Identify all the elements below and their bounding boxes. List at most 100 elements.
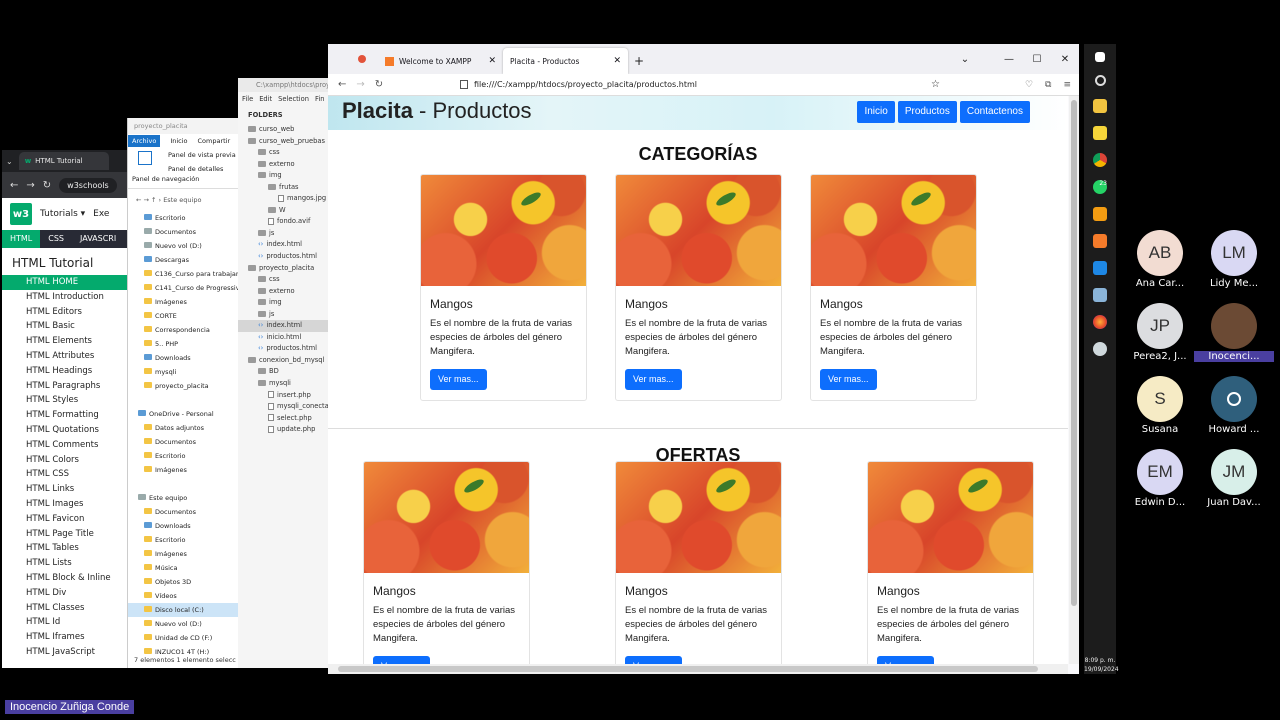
- w3-nav-item[interactable]: HTML Lists: [2, 556, 130, 571]
- w3-nav-item[interactable]: HTML Quotations: [2, 423, 130, 438]
- w3-nav-item[interactable]: HTML JavaScript: [2, 645, 130, 660]
- whatsapp-icon[interactable]: 23: [1093, 180, 1107, 194]
- ver-mas-button[interactable]: Ver mas...: [820, 369, 877, 390]
- w3-nav-item[interactable]: HTML HOME: [2, 275, 130, 290]
- participant-tile[interactable]: AB Ana Car...: [1120, 230, 1200, 289]
- nav-contactenos[interactable]: Contactenos: [959, 101, 1030, 123]
- w3-nav-item[interactable]: HTML Editors: [2, 305, 130, 320]
- w3-nav-item[interactable]: HTML Iframes: [2, 630, 130, 645]
- reload-icon[interactable]: ↻: [375, 79, 383, 90]
- media-player-icon[interactable]: [1093, 261, 1107, 275]
- folder-node[interactable]: css: [238, 147, 330, 159]
- explorer-nav-item[interactable]: Imágenes: [128, 463, 240, 477]
- scroll-thumb[interactable]: [338, 666, 1038, 672]
- w3-nav-item[interactable]: HTML Links: [2, 482, 130, 497]
- explorer-nav-item[interactable]: proyecto_placita: [128, 379, 240, 393]
- explorer-nav-item[interactable]: Nuevo vol (D:): [128, 239, 240, 253]
- ver-mas-button[interactable]: Ver mas...: [625, 369, 682, 390]
- menu-find[interactable]: Fin: [315, 92, 324, 106]
- ribbon-compartir[interactable]: Compartir: [198, 137, 231, 145]
- bookmark-star-icon[interactable]: ☆: [931, 79, 940, 90]
- taskbar-clock[interactable]: 8:09 p. m. 19/09/2024: [1084, 656, 1119, 674]
- file-node[interactable]: update.php: [238, 424, 330, 436]
- w3-nav-item[interactable]: HTML Styles: [2, 393, 130, 408]
- explorer-nav-item[interactable]: mysqli: [128, 365, 240, 379]
- folder-node[interactable]: curso_web_pruebas: [238, 136, 330, 148]
- w3-topnav-js[interactable]: JAVASCRI: [72, 230, 124, 248]
- w3-nav-item[interactable]: HTML Page Title: [2, 527, 130, 542]
- w3-nav-item[interactable]: HTML Comments: [2, 438, 130, 453]
- w3-nav-item[interactable]: HTML Basic: [2, 319, 130, 334]
- maximize-icon[interactable]: ☐: [1023, 44, 1051, 74]
- list-tabs-icon[interactable]: ⌄: [951, 44, 979, 74]
- menu-selection[interactable]: Selection: [278, 92, 309, 106]
- nav-pane-button[interactable]: [132, 151, 158, 173]
- forward-icon[interactable]: →: [26, 180, 34, 191]
- folder-node[interactable]: img: [238, 170, 330, 182]
- nav-inicio[interactable]: Inicio: [857, 101, 895, 123]
- w3-nav-item[interactable]: HTML Paragraphs: [2, 379, 130, 394]
- participant-tile[interactable]: Inocenci...: [1194, 303, 1274, 362]
- forward-icon[interactable]: →: [356, 79, 364, 90]
- w3-nav-item[interactable]: HTML Images: [2, 497, 130, 512]
- file-node[interactable]: mysqli_conecta: [238, 401, 330, 413]
- page-brand[interactable]: Placita - Productos: [342, 98, 532, 124]
- ribbon-archivo[interactable]: Archivo: [128, 134, 161, 147]
- horizontal-scrollbar[interactable]: [328, 664, 1068, 674]
- search-icon[interactable]: [1094, 75, 1106, 86]
- explorer-nav-item[interactable]: Disco local (C:): [128, 603, 240, 617]
- sublime-text-icon[interactable]: [1093, 207, 1107, 221]
- w3-nav-item[interactable]: HTML Introduction: [2, 290, 130, 305]
- w3-nav-item[interactable]: HTML Block & Inline: [2, 571, 130, 586]
- menu-edit[interactable]: Edit: [259, 92, 272, 106]
- folder-node[interactable]: js: [238, 309, 330, 321]
- url-field[interactable]: file:///C:/xampp/htdocs/proyecto_placita…: [454, 75, 946, 94]
- menu-icon[interactable]: ≡: [1063, 80, 1071, 90]
- explorer-nav-item[interactable]: Downloads: [128, 351, 240, 365]
- ver-mas-button[interactable]: Ver mas...: [430, 369, 487, 390]
- explorer-nav-item[interactable]: Datos adjuntos: [128, 421, 240, 435]
- explorer-nav-item[interactable]: Documentos: [128, 225, 240, 239]
- file-node[interactable]: insert.php: [238, 390, 330, 402]
- file-node[interactable]: ‹› index.html: [238, 320, 330, 332]
- participant-tile[interactable]: JP Perea2, J...: [1120, 303, 1200, 362]
- explorer-nav-item[interactable]: Vídeos: [128, 589, 240, 603]
- w3-nav-item[interactable]: HTML Colors: [2, 453, 130, 468]
- file-explorer-icon[interactable]: [1093, 99, 1107, 113]
- w3-logo[interactable]: w3: [10, 203, 32, 225]
- w3-nav-item[interactable]: HTML Tables: [2, 541, 130, 556]
- w3-nav-item[interactable]: HTML Classes: [2, 601, 130, 616]
- tab-menu-icon[interactable]: ⌄: [6, 157, 13, 166]
- folder-node[interactable]: curso_web: [238, 124, 330, 136]
- close-tab-icon[interactable]: ✕: [613, 56, 621, 66]
- explorer-nav-item[interactable]: Documentos: [128, 435, 240, 449]
- explorer-nav-item[interactable]: C141_Curso de Progressive: [128, 281, 240, 295]
- extensions-icon[interactable]: ⧉: [1045, 80, 1051, 90]
- folder-node[interactable]: frutas: [238, 182, 330, 194]
- firefox-icon[interactable]: [1093, 315, 1107, 329]
- w3-nav-item[interactable]: HTML Formatting: [2, 408, 130, 423]
- reload-icon[interactable]: ↻: [43, 180, 51, 191]
- w3-nav-item[interactable]: HTML Headings: [2, 364, 130, 379]
- participant-tile[interactable]: EM Edwin D...: [1120, 449, 1200, 508]
- chrome-icon[interactable]: [1093, 153, 1107, 167]
- w3-menu-tutorials[interactable]: Tutorials ▾: [40, 209, 85, 219]
- ver-mas-button[interactable]: Ver mas...: [625, 656, 682, 664]
- file-node[interactable]: ‹› inicio.html: [238, 332, 330, 344]
- app-icon[interactable]: [1093, 288, 1107, 302]
- ver-mas-button[interactable]: Ver mas...: [373, 656, 430, 664]
- folder-node[interactable]: externo: [238, 159, 330, 171]
- explorer-nav-item[interactable]: Descargas: [128, 253, 240, 267]
- folder-node[interactable]: img: [238, 297, 330, 309]
- close-window-icon[interactable]: ✕: [1051, 44, 1079, 74]
- menu-file[interactable]: File: [242, 92, 253, 106]
- w3-topnav-css[interactable]: CSS: [40, 230, 72, 248]
- ver-mas-button[interactable]: Ver mas...: [877, 656, 934, 664]
- explorer-nav-item[interactable]: Escritorio: [128, 449, 240, 463]
- explorer-nav-item[interactable]: Objetos 3D: [128, 575, 240, 589]
- w3-address-bar[interactable]: w3schools: [59, 177, 117, 193]
- participant-tile[interactable]: JM Juan Dav...: [1194, 449, 1274, 508]
- folder-node[interactable]: proyecto_placita: [238, 263, 330, 275]
- back-icon[interactable]: ←: [338, 79, 346, 90]
- w3-menu-exercises[interactable]: Exe: [93, 209, 109, 219]
